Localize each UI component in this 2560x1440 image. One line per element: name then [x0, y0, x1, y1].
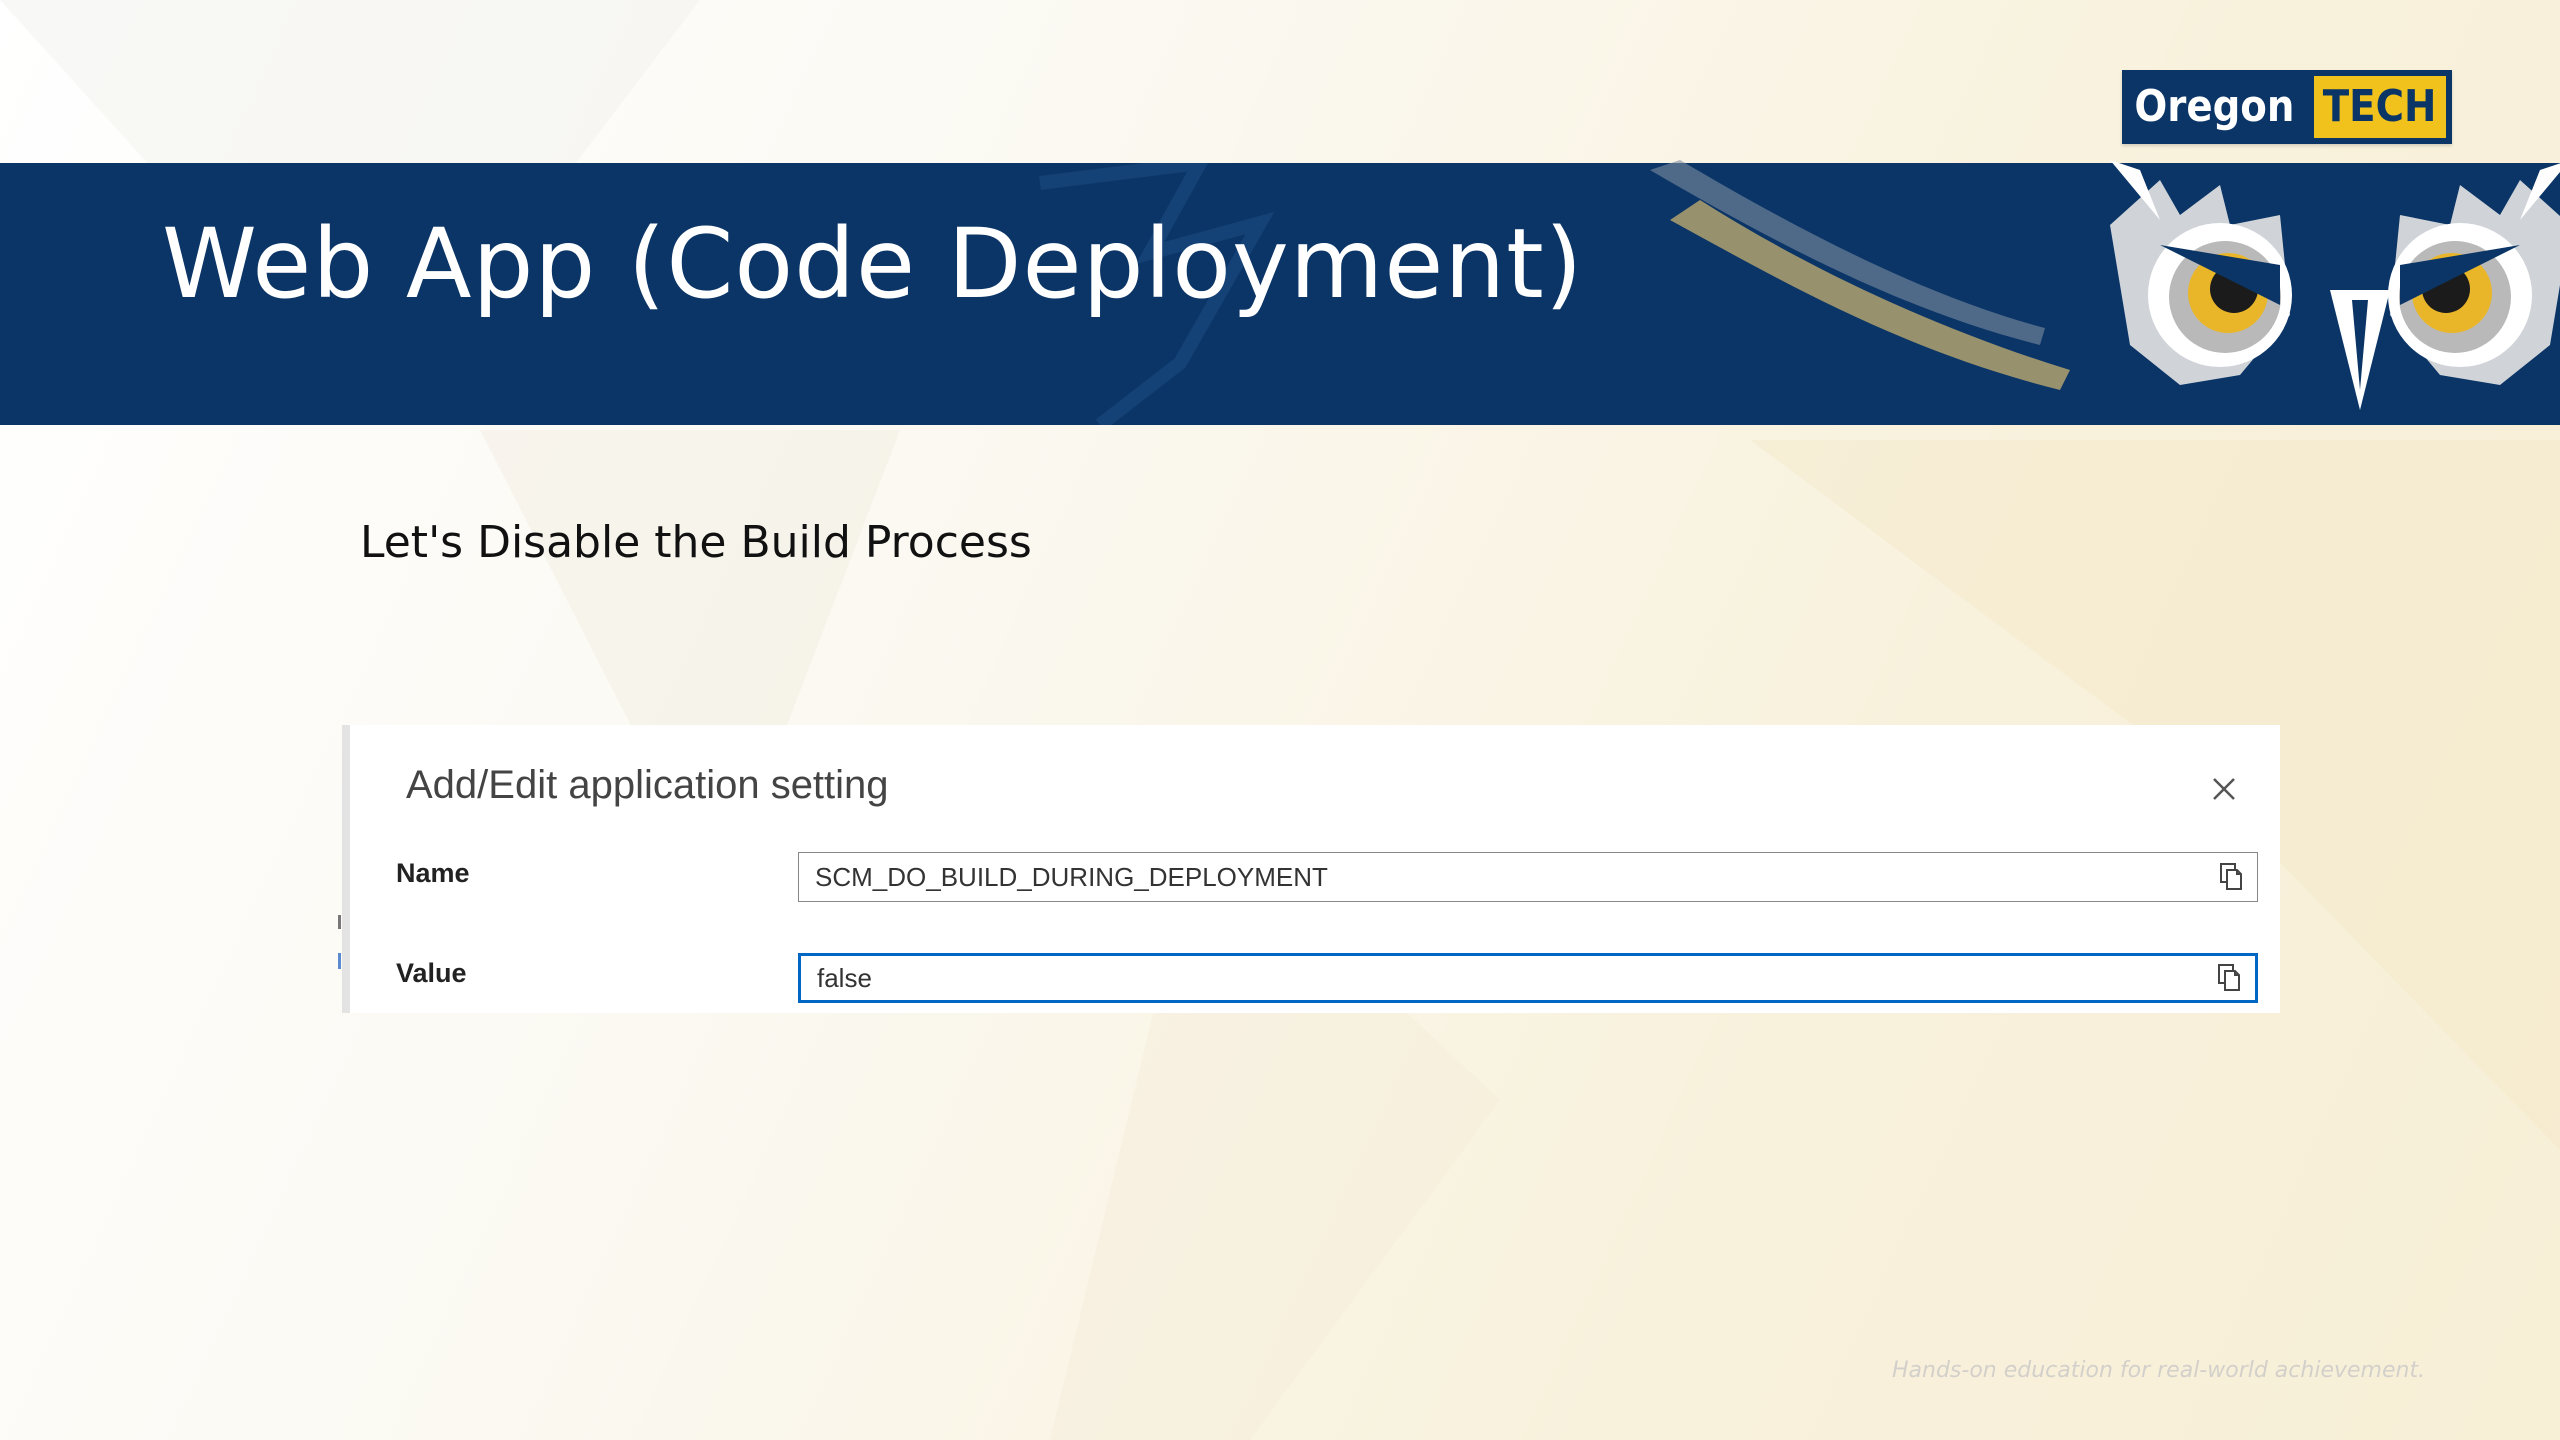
dialog-title: Add/Edit application setting	[406, 763, 889, 807]
tagline: Hands-on education for real-world achiev…	[1892, 1358, 2426, 1383]
name-field[interactable]: SCM_DO_BUILD_DURING_DEPLOYMENT	[798, 852, 2258, 902]
close-icon	[2213, 778, 2235, 800]
slide: Oregon TECH Web App (Code Deployment) Le…	[0, 0, 2560, 1440]
name-label: Name	[396, 858, 470, 888]
close-button[interactable]	[2204, 769, 2244, 809]
owl-mascot-icon	[1650, 160, 2560, 410]
copy-icon	[2220, 863, 2242, 890]
dialog-edge-marks	[338, 915, 341, 969]
logo-left-text: Oregon	[2134, 81, 2295, 132]
oregon-tech-logo: Oregon TECH	[2122, 70, 2452, 144]
name-field-value[interactable]: SCM_DO_BUILD_DURING_DEPLOYMENT	[799, 862, 2205, 893]
value-field-value[interactable]: false	[801, 963, 2203, 994]
value-field[interactable]: false	[798, 953, 2258, 1003]
logo-right-text: TECH	[2323, 81, 2437, 132]
slide-title: Web App (Code Deployment)	[162, 208, 1584, 320]
subheading: Let's Disable the Build Process	[360, 517, 1032, 568]
copy-icon	[2218, 964, 2240, 991]
copy-value-button[interactable]	[2203, 956, 2255, 1000]
value-label: Value	[396, 958, 467, 988]
copy-name-button[interactable]	[2205, 853, 2257, 901]
app-setting-dialog: Add/Edit application setting Name SCM_DO…	[342, 725, 2280, 1013]
logo-right-box: TECH	[2314, 76, 2446, 138]
